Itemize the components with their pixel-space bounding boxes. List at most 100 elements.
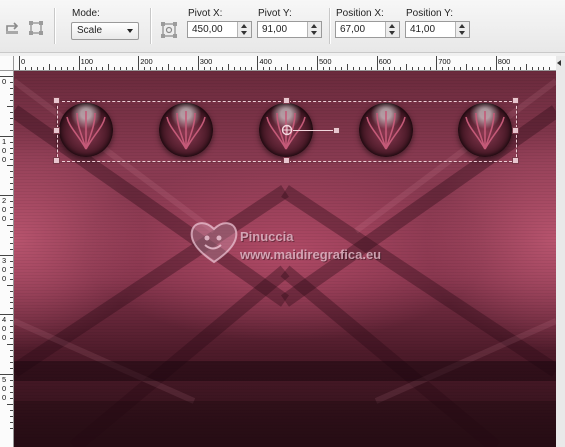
position-y-label: Position Y: xyxy=(406,8,454,19)
position-y-field[interactable]: 41,00 xyxy=(405,21,470,38)
pivot-point-icon[interactable] xyxy=(280,123,294,137)
ruler-major-tick xyxy=(197,56,199,70)
ruler-minor-tick xyxy=(299,67,301,70)
ruler-minor-tick xyxy=(287,64,289,70)
ruler-minor-tick xyxy=(10,379,13,381)
ruler-label: 0 xyxy=(21,57,26,66)
ruler-minor-tick xyxy=(10,290,13,292)
mode-value: Scale xyxy=(77,25,103,36)
ruler-minor-tick xyxy=(150,67,152,70)
mode-dropdown[interactable]: Scale xyxy=(71,22,139,40)
ruler-minor-tick xyxy=(305,67,307,70)
ruler-minor-tick xyxy=(7,105,13,107)
pivot-y-label: Pivot Y: xyxy=(258,8,292,19)
resize-handle-left[interactable] xyxy=(53,127,60,134)
position-y-spinner[interactable] xyxy=(455,22,469,37)
position-x-spinner[interactable] xyxy=(385,22,399,37)
ruler-minor-tick xyxy=(162,67,164,70)
ruler-minor-tick xyxy=(10,266,13,268)
ruler-minor-tick xyxy=(400,67,402,70)
image-canvas[interactable]: Pinuccia www.maidiregrafica.eu xyxy=(14,71,556,447)
ruler-minor-tick xyxy=(233,67,235,70)
ruler-minor-tick xyxy=(10,368,13,370)
resize-handle-right[interactable] xyxy=(512,127,519,134)
pivot-x-field[interactable]: 450,00 xyxy=(187,21,252,38)
ruler-minor-tick xyxy=(10,326,13,328)
ruler-minor-tick xyxy=(10,111,13,113)
ruler-label: 600 xyxy=(378,57,392,66)
ruler-minor-tick xyxy=(501,67,503,70)
ruler-minor-tick xyxy=(30,67,32,70)
ruler-minor-tick xyxy=(483,67,485,70)
ruler-minor-tick xyxy=(7,403,13,405)
ruler-minor-tick xyxy=(358,67,360,70)
ruler-label: 700 xyxy=(438,57,451,66)
ruler-minor-tick xyxy=(10,171,13,173)
ruler-minor-tick xyxy=(10,159,13,161)
ruler-minor-tick xyxy=(10,385,13,387)
pivot-icon[interactable] xyxy=(160,22,178,38)
ruler-minor-tick xyxy=(275,67,277,70)
ruler-minor-tick xyxy=(10,397,13,399)
ruler-minor-tick xyxy=(412,67,414,70)
ruler-minor-tick xyxy=(10,201,13,203)
pivot-y-spinner[interactable] xyxy=(307,22,321,37)
ruler-minor-tick xyxy=(10,350,13,352)
ruler-minor-tick xyxy=(394,67,396,70)
resize-handle-bottom-right[interactable] xyxy=(512,157,519,164)
pivot-x-spinner[interactable] xyxy=(237,22,251,37)
ruler-minor-tick xyxy=(507,67,509,70)
resize-handle-bottom-left[interactable] xyxy=(53,157,60,164)
ruler-minor-tick xyxy=(191,67,193,70)
ruler-minor-tick xyxy=(311,67,313,70)
ruler-corner xyxy=(0,56,14,71)
resize-handle-top-left[interactable] xyxy=(53,97,60,104)
ruler-minor-tick xyxy=(10,129,13,131)
ruler-minor-tick xyxy=(10,296,13,298)
resize-handle-top[interactable] xyxy=(283,97,290,104)
ruler-minor-tick xyxy=(156,67,158,70)
ruler-minor-tick xyxy=(531,67,533,70)
resize-handle-bottom[interactable] xyxy=(283,157,290,164)
ruler-minor-tick xyxy=(203,67,205,70)
ruler-minor-tick xyxy=(370,67,372,70)
ruler-minor-tick xyxy=(519,67,521,70)
pivot-y-field[interactable]: 91,00 xyxy=(257,21,322,38)
ruler-minor-tick xyxy=(72,67,74,70)
scroll-left-arrow[interactable] xyxy=(556,56,565,70)
toolbar-separator xyxy=(329,8,331,44)
ruler-minor-tick xyxy=(7,284,13,286)
transform-icon[interactable] xyxy=(27,20,45,36)
ruler-minor-tick xyxy=(10,362,13,364)
mode-label: Mode: xyxy=(72,8,100,19)
ruler-minor-tick xyxy=(144,67,146,70)
position-x-field[interactable]: 67,00 xyxy=(335,21,400,38)
resize-handle-top-right[interactable] xyxy=(512,97,519,104)
ruler-minor-tick xyxy=(10,93,13,95)
ruler-minor-tick xyxy=(173,67,175,70)
ruler-major-tick xyxy=(436,56,438,70)
ruler-minor-tick xyxy=(7,225,13,226)
toolbar-separator xyxy=(150,8,152,44)
ruler-minor-tick xyxy=(454,67,456,70)
ruler-minor-tick xyxy=(549,67,551,70)
ruler-minor-tick xyxy=(418,67,420,70)
vertical-scrollbar[interactable] xyxy=(556,70,565,447)
ruler-minor-tick xyxy=(10,260,13,262)
pivot-y-value: 91,00 xyxy=(262,24,288,35)
ruler-minor-tick xyxy=(10,421,13,423)
ruler-minor-tick xyxy=(10,117,13,119)
ruler-minor-tick xyxy=(293,67,295,70)
ruler-minor-tick xyxy=(48,64,50,70)
ruler-major-tick xyxy=(78,56,80,70)
ruler-minor-tick xyxy=(108,64,110,70)
ruler-label: 3 0 0 xyxy=(2,255,7,283)
ruler-minor-tick xyxy=(10,141,13,143)
ruler-minor-tick xyxy=(221,67,223,70)
ruler-minor-tick xyxy=(42,67,44,70)
toolbar-separator xyxy=(54,8,56,44)
ruler-minor-tick xyxy=(322,67,324,70)
ruler-minor-tick xyxy=(227,64,229,70)
reset-icon[interactable] xyxy=(4,20,22,36)
rotation-handle[interactable] xyxy=(333,127,340,134)
